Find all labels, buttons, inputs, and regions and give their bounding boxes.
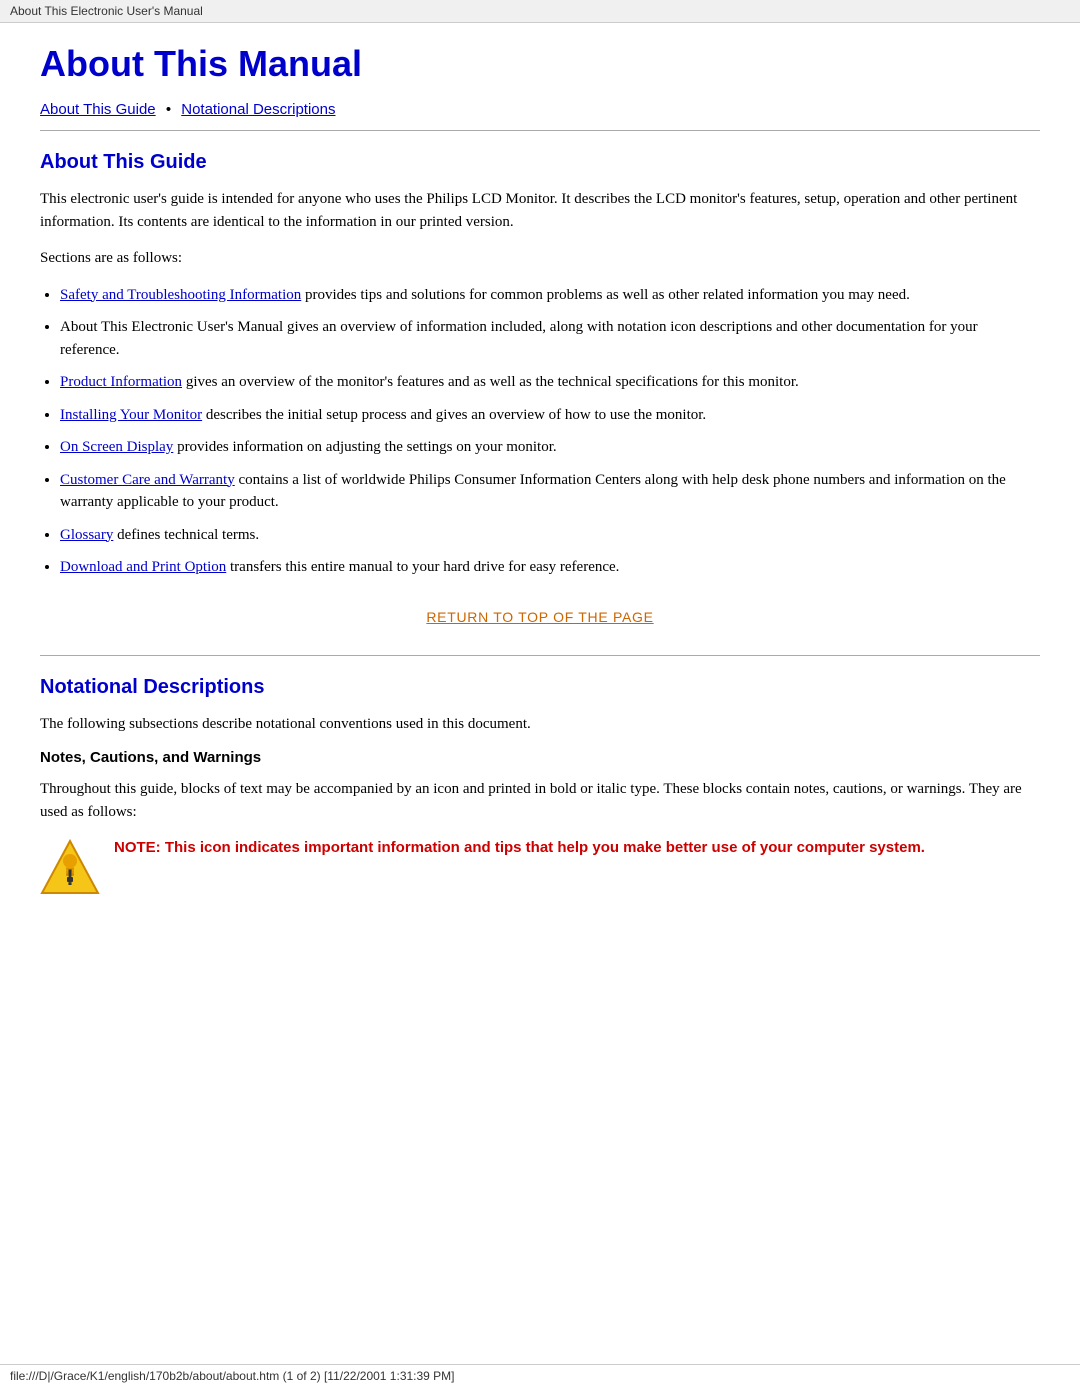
footer-bar: file:///D|/Grace/K1/english/170b2b/about…: [0, 1364, 1080, 1387]
list-item-text: provides information on adjusting the se…: [173, 439, 556, 455]
section2-title: Notational Descriptions: [40, 676, 1040, 699]
divider-top: [40, 130, 1040, 131]
list-item-text: gives an overview of the monitor's featu…: [182, 374, 799, 390]
section1-title: About This Guide: [40, 151, 1040, 174]
note-text: NOTE: This icon indicates important info…: [114, 837, 925, 860]
section1-sections-prefix: Sections are as follows:: [40, 247, 1040, 270]
list-item: Glossary defines technical terms.: [60, 524, 1040, 547]
list-item: Customer Care and Warranty contains a li…: [60, 469, 1040, 514]
warning-icon: !: [40, 837, 100, 897]
link-glossary[interactable]: Glossary: [60, 527, 113, 543]
footer-text: file:///D|/Grace/K1/english/170b2b/about…: [10, 1369, 455, 1383]
section2-body: Throughout this guide, blocks of text ma…: [40, 778, 1040, 823]
section1-bullet-list: Safety and Troubleshooting Information p…: [60, 284, 1040, 579]
browser-title-bar: About This Electronic User's Manual: [0, 0, 1080, 23]
list-item: Safety and Troubleshooting Information p…: [60, 284, 1040, 307]
section-notational: Notational Descriptions The following su…: [40, 676, 1040, 898]
browser-title: About This Electronic User's Manual: [10, 4, 203, 18]
list-item-text: defines technical terms.: [113, 527, 259, 543]
list-item: On Screen Display provides information o…: [60, 436, 1040, 459]
link-safety[interactable]: Safety and Troubleshooting Information: [60, 287, 301, 303]
list-item: Download and Print Option transfers this…: [60, 556, 1040, 579]
page-title: About This Manual: [40, 43, 1040, 85]
link-installing[interactable]: Installing Your Monitor: [60, 407, 202, 423]
list-item-text: About This Electronic User's Manual give…: [60, 319, 978, 358]
list-item: Installing Your Monitor describes the in…: [60, 404, 1040, 427]
list-item: About This Electronic User's Manual give…: [60, 316, 1040, 361]
nav-links: About This Guide • Notational Descriptio…: [40, 101, 1040, 118]
link-download[interactable]: Download and Print Option: [60, 559, 226, 575]
list-item: Product Information gives an overview of…: [60, 371, 1040, 394]
divider-middle: [40, 655, 1040, 656]
section-about-guide: About This Guide This electronic user's …: [40, 151, 1040, 625]
link-product-info[interactable]: Product Information: [60, 374, 182, 390]
section1-intro: This electronic user's guide is intended…: [40, 188, 1040, 233]
nav-separator: •: [166, 101, 171, 118]
list-item-text: describes the initial setup process and …: [202, 407, 706, 423]
nav-link-about-guide[interactable]: About This Guide: [40, 101, 156, 118]
svg-text:!: !: [66, 865, 73, 890]
subsection-title: Notes, Cautions, and Warnings: [40, 749, 1040, 766]
section2-intro: The following subsections describe notat…: [40, 713, 1040, 736]
list-item-text: transfers this entire manual to your har…: [226, 559, 619, 575]
return-to-top: RETURN TO TOP OF THE PAGE: [40, 609, 1040, 625]
list-item-text: provides tips and solutions for common p…: [301, 287, 910, 303]
return-to-top-link[interactable]: RETURN TO TOP OF THE PAGE: [426, 609, 653, 625]
content-area: About This Manual About This Guide • Not…: [0, 23, 1080, 957]
note-box: ! NOTE: This icon indicates important in…: [40, 837, 1040, 897]
link-customer-care[interactable]: Customer Care and Warranty: [60, 472, 235, 488]
nav-link-notational[interactable]: Notational Descriptions: [181, 101, 335, 118]
link-osd[interactable]: On Screen Display: [60, 439, 173, 455]
